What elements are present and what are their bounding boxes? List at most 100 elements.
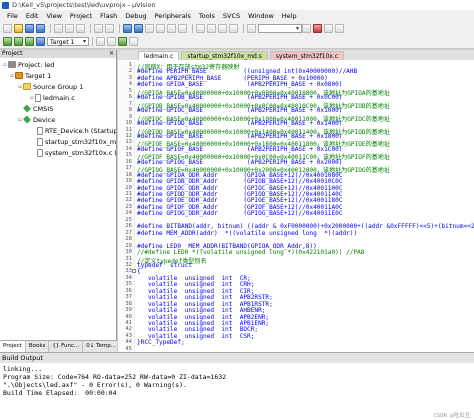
line-number: 22	[125, 197, 132, 204]
save-icon[interactable]	[25, 24, 34, 33]
line-number: 11	[125, 126, 132, 133]
copy-icon[interactable]	[65, 24, 74, 33]
menu-item[interactable]: Window	[244, 12, 278, 20]
panel-tab[interactable]: Project	[0, 341, 26, 352]
separator	[92, 37, 93, 46]
editor-tab[interactable]: startup_stm32f10x_md.s	[181, 51, 268, 60]
watermark: CSDN @吃瓜丑	[433, 413, 470, 419]
new-file-icon[interactable]	[3, 24, 12, 33]
find-in-files-icon[interactable]	[302, 24, 311, 33]
menu-item[interactable]: Flash	[96, 12, 121, 20]
panel-tab[interactable]: 0↓ Temp...	[83, 341, 121, 352]
manage-project-icon[interactable]	[107, 37, 116, 46]
menu-item[interactable]: Project	[66, 12, 96, 20]
separator	[243, 24, 244, 33]
build-output-header: Build Output	[0, 353, 474, 363]
code-line[interactable]: #define MEM_ADDR(addr) *((volatile unsig…	[137, 230, 357, 237]
bookmark-icon[interactable]	[145, 24, 154, 33]
menu-item[interactable]: File	[3, 12, 22, 20]
find-combo[interactable]	[258, 24, 302, 33]
translate-icon[interactable]	[3, 37, 12, 46]
bookmark-prev-icon[interactable]	[156, 24, 165, 33]
tree-project-root[interactable]: ▫ Project: led	[2, 59, 54, 70]
cmsis-icon	[23, 104, 31, 113]
pack-installer-icon[interactable]	[118, 37, 127, 46]
line-number: 29	[125, 242, 132, 249]
redo-icon[interactable]	[105, 24, 114, 33]
paste-icon[interactable]	[76, 24, 85, 33]
tree-device-file[interactable]: RTE_Device.h (Startup)	[37, 125, 116, 136]
panel-tab[interactable]: Books	[26, 341, 50, 352]
build-output[interactable]: CSDN @吃瓜丑 linking... Program Size: Code=7…	[0, 363, 474, 420]
menu-item[interactable]: View	[42, 12, 65, 20]
collapse-icon[interactable]: ▫	[17, 117, 23, 123]
line-number: 2	[128, 68, 132, 75]
cut-icon[interactable]	[54, 24, 63, 33]
tree-target[interactable]: ▫ Target 1	[9, 70, 51, 81]
debug-session-icon[interactable]	[313, 24, 322, 33]
line-number: 4	[128, 81, 132, 88]
menu-item[interactable]: Edit	[22, 12, 43, 20]
line-number: 42	[125, 326, 132, 333]
download-icon[interactable]	[36, 37, 45, 46]
editor-tab[interactable]: system_stm32f10x.c	[269, 51, 345, 60]
bookmark-next-icon[interactable]	[167, 24, 176, 33]
project-panel-tabs: Project Books{} Func... 0↓ Temp...	[0, 340, 121, 352]
tree-device[interactable]: ▫ Device	[17, 114, 55, 125]
tree-source-group[interactable]: ▫ Source Group 1	[17, 81, 83, 92]
menu-item[interactable]: Help	[278, 12, 301, 20]
rebuild-icon[interactable]	[25, 37, 34, 46]
code-line[interactable]: #define GPIOG_ODR_Addr (GPIOG_BASE+12)//…	[137, 210, 342, 217]
app-icon	[2, 1, 9, 9]
comment-icon[interactable]	[218, 24, 227, 33]
panel-tab[interactable]: {} Func...	[49, 341, 84, 352]
unindent-icon[interactable]	[207, 24, 216, 33]
menu-item[interactable]: Debug	[121, 12, 150, 20]
line-number: 27	[125, 229, 132, 236]
undo-icon[interactable]	[94, 24, 103, 33]
line-number: 26	[125, 223, 132, 230]
menu-item[interactable]: Tools	[195, 12, 219, 20]
line-number: 1	[128, 62, 132, 68]
open-file-icon[interactable]	[14, 24, 23, 33]
nav-back-icon[interactable]	[123, 24, 132, 33]
tree-device-file[interactable]: startup_stm32f10x_md.s	[37, 136, 117, 147]
line-number: 31	[125, 255, 132, 262]
menu-item[interactable]: SVCS	[219, 12, 244, 20]
editor-tab[interactable]: ledmain.c	[138, 51, 180, 60]
line-number: 6	[128, 94, 132, 101]
line-number: 38	[125, 300, 132, 307]
target-options-icon[interactable]	[96, 37, 105, 46]
separator	[119, 24, 120, 33]
tree-cmsis[interactable]: CMSIS	[23, 103, 53, 114]
project-panel: Project × ▫ Project: led ▫ Target 1 ▫ So…	[0, 50, 117, 352]
indent-icon[interactable]	[196, 24, 205, 33]
line-number: 7	[128, 100, 132, 107]
line-number: 40	[125, 313, 132, 320]
editor-tabs: ledmain.c startup_stm32f10x_md.s system_st…	[118, 50, 474, 60]
save-all-icon[interactable]	[36, 24, 45, 33]
window-layout-icon[interactable]	[324, 24, 333, 33]
code-area[interactable]: 1//官宿X：用于存放stm32寄存器映射 2 #define PERIPH_BAS…	[118, 61, 474, 352]
tree-label: Source Group 1	[33, 82, 84, 91]
run-time-env-icon[interactable]	[129, 37, 138, 46]
configure-icon[interactable]	[335, 24, 344, 33]
code-line[interactable]: typedef struct	[137, 262, 192, 269]
line-number: 25	[125, 216, 132, 223]
tree-file-ledmain[interactable]: ▫ ledmain.c	[29, 92, 75, 103]
line-number: 23	[125, 203, 132, 210]
bookmark-clear-icon[interactable]	[178, 24, 187, 33]
build-icon[interactable]	[14, 37, 23, 46]
close-icon[interactable]: ×	[109, 50, 114, 58]
nav-forward-icon[interactable]	[134, 24, 143, 33]
uncomment-icon[interactable]	[229, 24, 238, 33]
line-number: 20	[125, 184, 132, 191]
tree-device-file[interactable]: system_stm32f10x.c (Ste	[37, 147, 116, 158]
fold-marker[interactable]	[132, 269, 136, 274]
code-line[interactable]: }RCC_TypeDef;	[137, 339, 185, 346]
target-select[interactable]: Target 1	[47, 37, 89, 46]
menu-item[interactable]: Peripherals	[151, 12, 195, 20]
find-icon[interactable]	[247, 24, 256, 33]
tree-label: startup_stm32f10x_md.s	[45, 137, 117, 146]
build-output-title: Build Output	[2, 354, 43, 362]
